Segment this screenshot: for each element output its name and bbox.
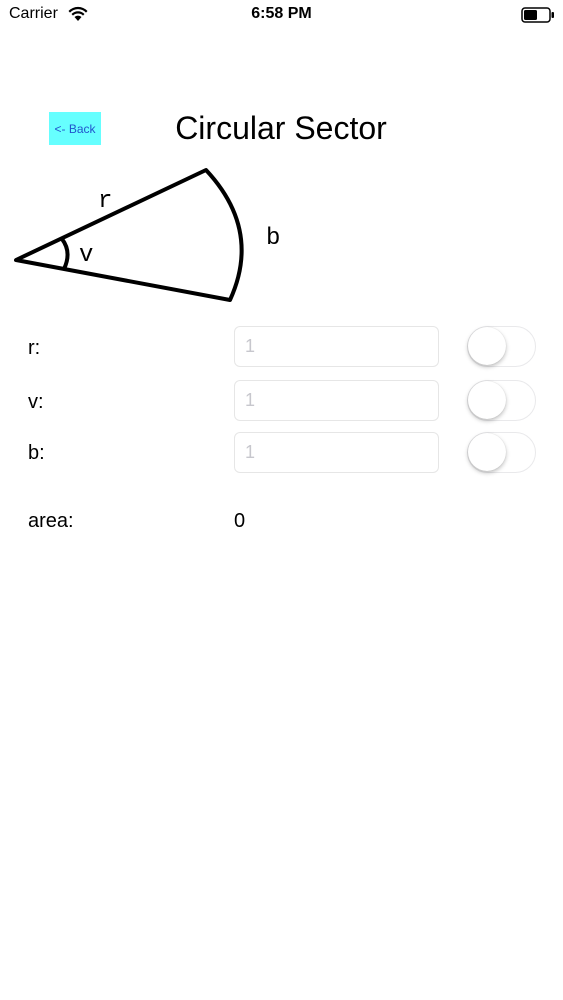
status-time: 6:58 PM [251,5,312,22]
b-input[interactable] [234,432,439,473]
b-label: b: [28,442,45,464]
page-title: Circular Sector [175,110,387,146]
radius-label: r [98,188,112,215]
area-label: area: [28,510,74,532]
v-toggle[interactable] [467,380,536,421]
v-toggle-knob [468,381,506,419]
area-value: 0 [234,510,246,532]
sector-outline [14,168,244,302]
arc-label: b [266,225,280,252]
sector-diagram: r v b [14,168,280,302]
status-bar: Carrier 6:58 PM [0,0,563,30]
b-toggle-knob [468,433,506,471]
b-toggle[interactable] [467,432,536,473]
r-toggle-knob [468,327,506,365]
r-toggle[interactable] [467,326,536,367]
battery-icon [521,7,554,23]
angle-label: v [79,242,93,269]
v-label: v: [28,391,44,413]
r-label: r: [28,337,41,359]
v-input[interactable] [234,380,439,421]
back-button[interactable]: <- Back [49,112,101,145]
r-input[interactable] [234,326,439,367]
angle-arc [60,237,70,270]
